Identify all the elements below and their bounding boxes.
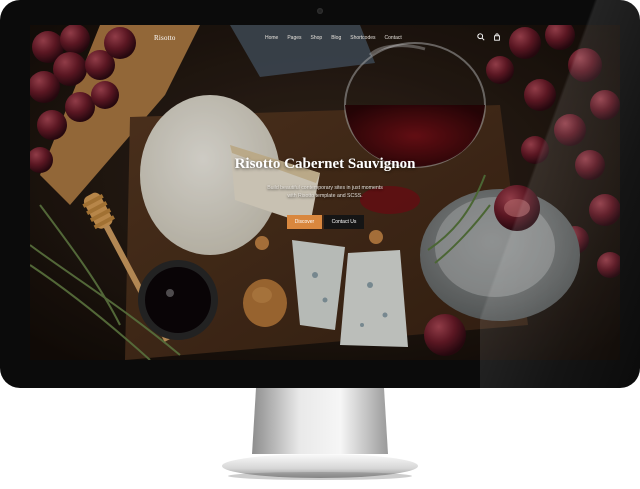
webcam bbox=[317, 8, 323, 14]
contact-us-button[interactable]: Contact Us bbox=[324, 215, 364, 229]
site-header: Risotto Home Pages Shop Blog Shortcodes … bbox=[30, 25, 620, 51]
nav-item-blog[interactable]: Blog bbox=[331, 35, 341, 41]
search-icon[interactable] bbox=[477, 33, 485, 41]
nav-item-home[interactable]: Home bbox=[265, 35, 278, 41]
screen: Risotto Home Pages Shop Blog Shortcodes … bbox=[30, 25, 620, 360]
monitor-stand-base bbox=[222, 454, 418, 480]
discover-button[interactable]: Discover bbox=[287, 215, 322, 229]
hero-title: Risotto Cabernet Sauvignon bbox=[234, 156, 416, 172]
monitor-bezel: Risotto Home Pages Shop Blog Shortcodes … bbox=[0, 0, 640, 388]
hero-subtitle: Build beautiful contemporary sites in ju… bbox=[255, 184, 395, 200]
header-icons bbox=[477, 33, 501, 41]
main-nav: Home Pages Shop Blog Shortcodes Contact bbox=[265, 35, 402, 41]
site-logo[interactable]: Risotto bbox=[154, 34, 176, 42]
hero-subtitle-line-1: Build beautiful contemporary sites in ju… bbox=[267, 185, 383, 191]
nav-item-pages[interactable]: Pages bbox=[287, 35, 301, 41]
hero-subtitle-line-2: with Risotto template and SCSS. bbox=[287, 193, 363, 199]
nav-item-shortcodes[interactable]: Shortcodes bbox=[350, 35, 375, 41]
nav-item-contact[interactable]: Contact bbox=[385, 35, 402, 41]
monitor-stand-neck bbox=[252, 388, 388, 454]
nav-item-shop[interactable]: Shop bbox=[311, 35, 323, 41]
cart-icon[interactable] bbox=[493, 33, 501, 41]
